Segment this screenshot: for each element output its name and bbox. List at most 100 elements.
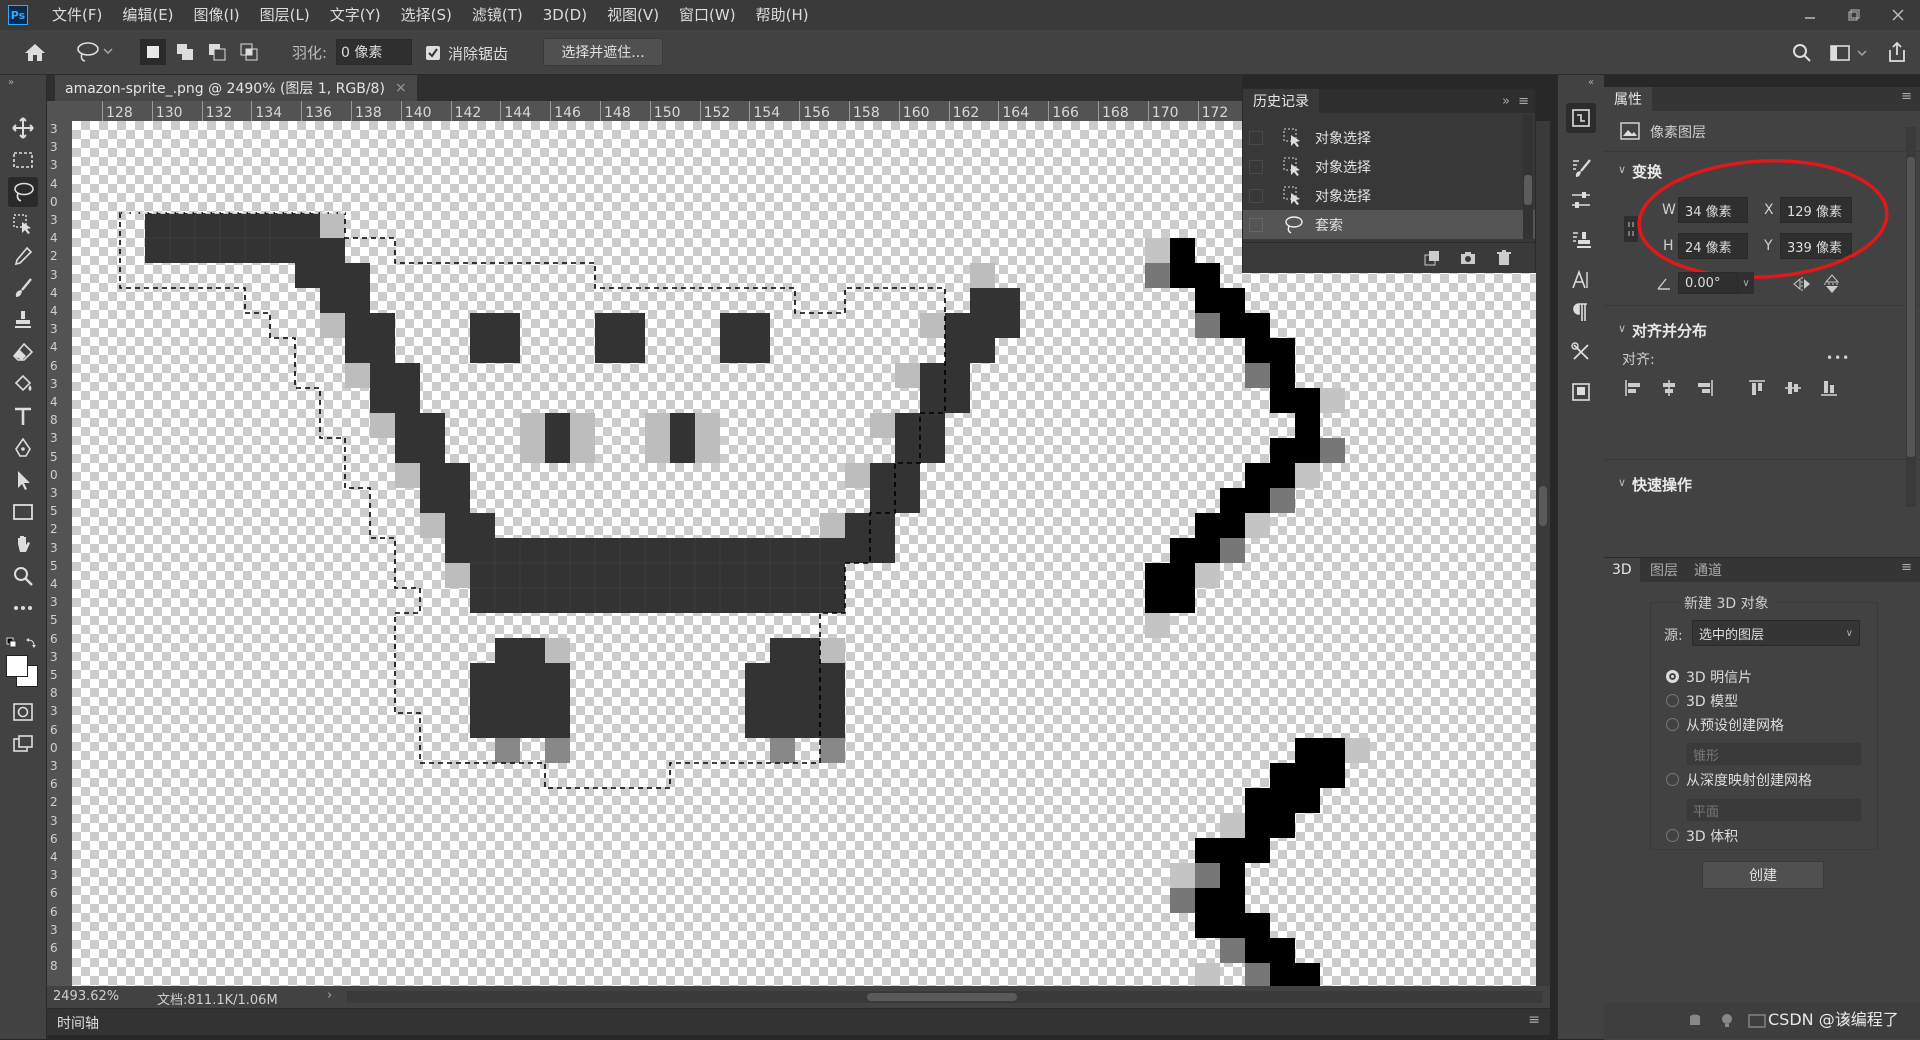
new-document-from-state-icon[interactable] [1423,249,1441,267]
canvas-horizontal-scrollbar[interactable] [347,991,1542,1003]
minimize-button[interactable] [1788,0,1832,30]
history-snapshot-checkbox[interactable] [1249,159,1263,174]
align-horizontal-center-icon[interactable] [1660,379,1678,397]
flip-horizontal-icon[interactable] [1792,275,1814,293]
foreground-background-color-icon[interactable] [6,655,40,689]
menu-file[interactable]: 文件(F) [42,0,112,30]
light-bulb-icon[interactable] [1720,1013,1734,1029]
more-tools-icon[interactable] [8,593,38,623]
close-document-icon[interactable]: × [395,80,407,96]
panel-menu-icon[interactable]: ≡ [1901,89,1912,104]
camera-snapshot-icon[interactable] [1459,249,1477,267]
status-menu-arrow[interactable]: › [327,988,332,1003]
align-top-icon[interactable] [1748,379,1766,397]
document-tab[interactable]: amazon-sprite_.png @ 2490% (图层 1, RGB/8)… [55,75,417,101]
tab-channels[interactable]: 通道 [1686,558,1730,582]
depth-map-radio[interactable] [1666,773,1679,786]
trash-icon[interactable] [1495,249,1513,267]
collapse-tools-icon[interactable]: » [8,77,14,88]
share-icon[interactable] [1882,37,1912,67]
render-icon[interactable] [1748,1013,1766,1029]
align-vertical-center-icon[interactable] [1784,379,1802,397]
pen-tool-icon[interactable] [8,433,38,463]
history-scrollbar[interactable] [1523,115,1533,239]
timeline-menu-icon[interactable]: ≡ [1528,1012,1540,1028]
vertical-ruler[interactable]: 3 3 3 4 0 3 4 2 3 4 4 3 4 6 3 4 8 3 5 0 3 5 2 3 5 4 3 5 6 3 5 8 3 6 0 3 6 2 3 6… [47,121,73,986]
workspace-icon[interactable] [1826,39,1870,67]
stamp-icon[interactable] [8,305,38,335]
history-item[interactable]: 对象选择 [1243,152,1535,181]
quick-actions-chevron-icon[interactable]: ∨ [1618,476,1626,489]
tab-3d[interactable]: 3D [1604,558,1640,582]
zoom-tool-icon[interactable] [8,561,38,591]
lasso-tool-preset-icon[interactable] [72,37,116,67]
antialias-checkbox[interactable] [426,46,440,60]
menu-select[interactable]: 选择(S) [391,0,462,30]
postcard-radio[interactable] [1666,670,1679,683]
home-icon[interactable] [20,37,50,67]
new-selection-icon[interactable] [140,39,166,65]
menu-layer[interactable]: 图层(L) [250,0,320,30]
history-item[interactable]: 对象选择 [1243,123,1535,152]
menu-filter[interactable]: 滤镜(T) [462,0,533,30]
object-selection-icon[interactable] [8,209,38,239]
history-item-selected[interactable]: 套索 [1243,210,1535,239]
subtract-from-selection-icon[interactable] [204,39,230,65]
path-selection-icon[interactable] [8,465,38,495]
restore-button[interactable] [1832,0,1876,30]
tab-layers[interactable]: 图层 [1642,558,1686,582]
model-radio[interactable] [1666,694,1679,707]
brush-settings-icon[interactable] [1566,153,1596,183]
move-tool-icon[interactable] [8,113,38,143]
transform-chevron-icon[interactable]: ∨ [1618,163,1626,176]
eraser-icon[interactable] [8,337,38,367]
menu-type[interactable]: 文字(Y) [320,0,391,30]
align-section-title[interactable]: 对齐并分布 [1632,320,1707,341]
menu-window[interactable]: 窗口(W) [669,0,746,30]
intersect-selection-icon[interactable] [236,39,262,65]
align-bottom-icon[interactable] [1820,379,1838,397]
history-item[interactable]: 对象选择 [1243,181,1535,210]
collapse-dock-icon[interactable]: « [1588,77,1594,88]
screen-mode-icon[interactable] [8,729,38,759]
lasso-tool-icon[interactable] [8,177,38,207]
quick-actions-title[interactable]: 快速操作 [1632,474,1692,495]
close-window-button[interactable] [1876,0,1920,30]
document-size[interactable]: 文档:811.1K/1.06M [157,989,278,1008]
3d-filter-icon[interactable] [1688,1013,1702,1029]
angle-dropdown-icon[interactable]: ∨ [1738,272,1754,294]
source-select[interactable]: 选中的图层 ∨ [1692,620,1860,646]
history-panel-icon[interactable] [1566,103,1596,133]
properties-scrollbar[interactable] [1906,127,1916,507]
menu-help[interactable]: 帮助(H) [746,0,819,30]
clone-source-icon[interactable] [1566,225,1596,255]
select-and-mask-button[interactable]: 选择并遮住... [543,38,663,66]
adjustments-icon[interactable] [1566,185,1596,215]
history-snapshot-checkbox[interactable] [1249,188,1263,203]
more-align-options-icon[interactable]: ••• [1826,351,1850,365]
type-tool-icon[interactable] [8,401,38,431]
add-to-selection-icon[interactable] [172,39,198,65]
align-chevron-icon[interactable]: ∨ [1618,322,1626,335]
menu-3d[interactable]: 3D(D) [533,0,597,30]
menu-image[interactable]: 图像(I) [184,0,250,30]
ruler-origin[interactable] [47,101,72,121]
quick-mask-icon[interactable] [8,697,38,727]
menu-edit[interactable]: 编辑(E) [112,0,183,30]
history-tab[interactable]: 历史记录 [1243,89,1319,113]
panel-menu-icon[interactable]: ≡ [1518,94,1529,109]
brush-icon[interactable] [8,273,38,303]
timeline-tab[interactable]: 时间轴 [57,1013,99,1033]
angle-input[interactable]: 0.00° [1678,272,1738,294]
canvas-vertical-scrollbar[interactable] [1536,121,1550,986]
flip-vertical-icon[interactable] [1822,273,1842,295]
zoom-level[interactable]: 2493.62% [53,989,119,1004]
paint-bucket-icon[interactable] [8,369,38,399]
default-colors-icon[interactable] [6,637,38,655]
volume-radio[interactable] [1666,829,1679,842]
align-left-icon[interactable] [1624,379,1642,397]
panel-menu-icon[interactable]: ≡ [1901,560,1912,575]
feather-input[interactable]: 0 像素 [336,39,412,65]
eyedropper-icon[interactable] [8,241,38,271]
history-snapshot-checkbox[interactable] [1249,217,1263,232]
